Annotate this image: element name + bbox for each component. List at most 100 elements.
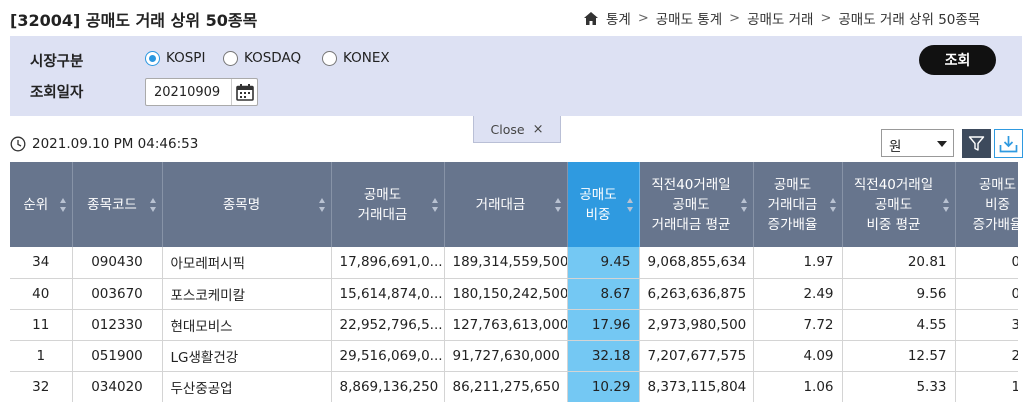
radio-icon[interactable] xyxy=(223,50,238,66)
table-cell: 86,211,275,650 xyxy=(444,371,568,402)
column-header-label: 직전40거래일 xyxy=(651,176,731,193)
radio-konex[interactable]: KONEX xyxy=(322,50,390,66)
sort-icon[interactable] xyxy=(554,197,562,212)
column-header-label: 순위 xyxy=(23,196,49,213)
column-header[interactable]: 공매도 비중 xyxy=(567,162,640,247)
table-cell: 10.29 xyxy=(567,371,640,402)
timestamp: 2021.09.10 PM 04:46:53 xyxy=(10,136,198,152)
column-header[interactable]: 직전40거래일 공매도 비중 평균 xyxy=(842,162,956,247)
table-cell: 012330 xyxy=(72,309,163,341)
breadcrumb-item[interactable]: 통계 xyxy=(606,8,631,28)
table-cell: 34 xyxy=(10,247,73,279)
table-cell: 4.55 xyxy=(842,309,956,341)
table-cell: 0.91 xyxy=(955,278,1018,310)
table-cell: 8,373,115,804 xyxy=(639,371,754,402)
table-cell: 17.96 xyxy=(567,309,640,341)
table-cell: 034020 xyxy=(72,371,163,402)
table-cell: 4.09 xyxy=(753,340,843,372)
table-cell: 15,614,874,0... xyxy=(331,278,445,310)
filter-button[interactable] xyxy=(962,129,991,158)
table-cell: 32 xyxy=(10,371,73,402)
date-field[interactable]: 20210909 xyxy=(145,78,258,106)
clock-icon xyxy=(10,136,26,152)
column-header[interactable]: 공매도비중증가배율 xyxy=(955,162,1018,247)
table-cell: 1 xyxy=(10,340,73,372)
close-panel-button[interactable]: Close × xyxy=(473,116,561,143)
column-header-label: 공매도 xyxy=(363,186,402,203)
table-cell: 003670 xyxy=(72,278,163,310)
table-row[interactable]: 1 051900 LG생활건강 29,516,069,0... 91,727,630,0… xyxy=(10,340,1018,372)
column-header-label: 공매도 xyxy=(874,196,913,213)
table-cell: 9.45 xyxy=(567,247,640,279)
column-header-label: 공매도 xyxy=(672,196,710,213)
download-button[interactable] xyxy=(994,129,1023,158)
column-header[interactable]: 거래대금 xyxy=(444,162,568,247)
chevron-right-icon: > xyxy=(820,10,832,26)
table-row[interactable]: 40 003670 포스코케미칼 15,614,874,0... 180,150,242… xyxy=(10,278,1018,310)
table-cell: 9,068,855,634 xyxy=(639,247,754,279)
radio-kospi[interactable]: KOSPI xyxy=(145,50,205,66)
column-header[interactable]: 공매도 거래대금 xyxy=(331,162,445,247)
page-title: [32004] 공매도 거래 상위 50종목 xyxy=(10,11,258,30)
sort-icon[interactable] xyxy=(59,197,67,212)
column-header[interactable]: 직전40거래일 공매도 거래대금 평균 xyxy=(639,162,754,247)
date-label: 조회일자 xyxy=(30,85,84,101)
calendar-icon[interactable] xyxy=(231,79,257,105)
column-header-label: 종목코드 xyxy=(87,196,137,213)
column-header-label: 종목명 xyxy=(222,196,261,213)
column-header-label: 거래대금 xyxy=(475,196,526,213)
breadcrumb-item[interactable]: 공매도 거래 xyxy=(747,8,813,28)
chevron-right-icon: > xyxy=(729,10,741,26)
table-cell: 7,207,677,575 xyxy=(639,340,754,372)
breadcrumb-item[interactable]: 공매도 통계 xyxy=(656,8,722,28)
radio-icon[interactable] xyxy=(322,50,337,66)
table-header-row: 순위 종목코드 종목명 공매도 거래대금 거래대금 공매도 비중 직전40거래일 공매도 거래대금 … xyxy=(10,162,1018,247)
table-cell: 7.72 xyxy=(753,309,843,341)
unit-select[interactable]: 원 xyxy=(881,129,954,157)
radio-kosdaq[interactable]: KOSDAQ xyxy=(223,50,301,66)
filter-icon xyxy=(968,136,985,151)
table-cell: 11 xyxy=(10,309,73,341)
column-header-label: 비중 xyxy=(985,196,1010,213)
column-header-label: 공매도 xyxy=(978,176,1017,193)
search-panel: 시장구분 KOSPI KOSDAQ KONEX 조회일자 20210909 조회 xyxy=(10,36,1022,116)
breadcrumb-item-current: 공매도 거래 상위 50종목 xyxy=(838,12,981,28)
sort-icon[interactable] xyxy=(318,197,326,212)
sort-icon[interactable] xyxy=(740,197,748,212)
column-header[interactable]: 순위 xyxy=(10,162,73,247)
table-cell: 현대모비스 xyxy=(162,309,332,341)
date-value: 20210909 xyxy=(154,85,221,100)
caret-down-icon xyxy=(937,141,947,147)
sort-icon[interactable] xyxy=(829,197,837,212)
home-icon[interactable] xyxy=(584,11,598,25)
search-button[interactable]: 조회 xyxy=(919,45,996,75)
sort-icon[interactable] xyxy=(626,197,634,212)
ranking-table: 순위 종목코드 종목명 공매도 거래대금 거래대금 공매도 비중 직전40거래일 공매도 거래대금 … xyxy=(10,162,1018,402)
table-cell: 0.45 xyxy=(955,247,1018,279)
table-cell: 127,763,613,000 xyxy=(444,309,568,341)
download-icon xyxy=(999,135,1018,152)
table-cell: LG생활건강 xyxy=(162,340,332,372)
table-row[interactable]: 11 012330 현대모비스 22,952,796,5... 127,763,613,… xyxy=(10,309,1018,341)
column-header[interactable]: 종목코드 xyxy=(72,162,163,247)
market-label: 시장구분 xyxy=(30,54,84,70)
table-row[interactable]: 34 090430 아모레퍼시픽 17,896,691,0... 189,314,559… xyxy=(10,247,1018,279)
chevron-right-icon: > xyxy=(637,10,649,26)
column-header-label: 증가배율 xyxy=(972,216,1018,233)
table-cell: 9.56 xyxy=(842,278,956,310)
title-bar: [32004] 공매도 거래 상위 50종목 통계 > 공매도 통계 > 공매도… xyxy=(0,0,1025,34)
radio-selected-icon[interactable] xyxy=(145,50,160,66)
table-cell: 포스코케미칼 xyxy=(162,278,332,310)
sort-icon[interactable] xyxy=(431,197,439,212)
table-cell: 1.06 xyxy=(753,371,843,402)
column-header[interactable]: 종목명 xyxy=(162,162,332,247)
table-row[interactable]: 32 034020 두산중공업 8,869,136,250 86,211,275,650… xyxy=(10,371,1018,402)
table-cell: 91,727,630,000 xyxy=(444,340,568,372)
column-header[interactable]: 공매도 거래대금 증가배율 xyxy=(753,162,843,247)
sort-icon[interactable] xyxy=(149,197,157,212)
table-cell: 40 xyxy=(10,278,73,310)
table-cell: 17,896,691,0... xyxy=(331,247,445,279)
column-header-label: 공매도 xyxy=(579,186,617,203)
radio-label: KOSDAQ xyxy=(244,50,302,66)
sort-icon[interactable] xyxy=(942,197,950,212)
